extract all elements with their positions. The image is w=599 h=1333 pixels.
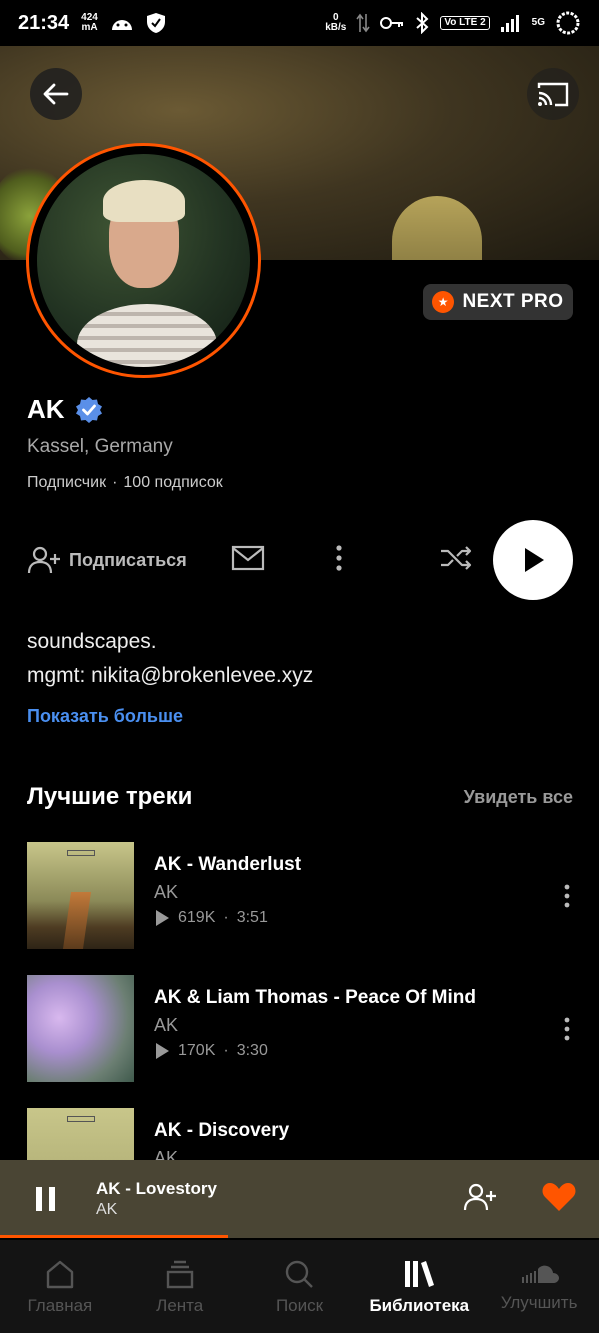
star-icon: ★ [432,291,455,313]
arrow-left-icon [43,83,69,105]
play-all-button[interactable] [493,520,573,600]
vpn-shield-icon [146,13,165,33]
add-user-icon [27,546,60,574]
cast-button[interactable] [527,68,579,120]
track-artwork [27,842,134,949]
nav-label: Поиск [275,1295,324,1315]
bio-line: mgmt: nikita@brokenlevee.xyz [27,664,314,687]
soundcloud-icon [522,1265,560,1283]
track-plays: 619K [178,909,216,926]
nav-label: Улучшить [500,1292,578,1312]
pro-badge-label: NEXT PRO [462,291,564,312]
track-stats: 170K · 3:30 [154,1042,561,1060]
nav-item-feed[interactable]: Лента [120,1240,240,1333]
nav-label: Лента [156,1295,204,1315]
mini-follow-button[interactable] [463,1182,497,1217]
avatar-ring [26,143,261,378]
bluetooth-icon [416,12,429,34]
status-current: 424 mA [81,12,98,33]
track-duration: 3:30 [236,1042,268,1059]
bottom-nav: Главная Лента Поиск Библиотека Улучшить [0,1240,599,1333]
track-info: AK - Wanderlust AK 619K · 3:51 [154,842,561,950]
track-more-button[interactable] [561,842,573,950]
track-title: AK - Wanderlust [154,854,302,875]
track-artist: AK [154,1015,179,1035]
back-button[interactable] [30,68,82,120]
volte-badge: Vo LTE 2 [440,16,490,30]
see-all-link[interactable]: Увидеть все [464,787,573,808]
following-link[interactable]: 100 подписок [123,474,222,492]
next-pro-badge[interactable]: ★ NEXT PRO [423,284,573,320]
more-options-button[interactable] [335,544,343,577]
follow-button-label: Подписаться [69,549,187,570]
track-row[interactable]: AK - Wanderlust AK 619K · 3:51 [27,842,573,950]
playback-progress [0,1235,228,1238]
heart-icon [542,1182,576,1211]
status-time: 21:34 [18,11,70,34]
track-artist: AK [154,882,179,902]
search-icon [286,1260,314,1288]
nav-item-search[interactable]: Поиск [240,1240,360,1333]
nav-item-library[interactable]: Библиотека [359,1240,479,1333]
track-row[interactable]: AK & Liam Thomas - Peace Of Mind AK 170K… [27,975,573,1083]
follow-button[interactable]: Подписаться [27,545,187,575]
net-speed: 0 kB/s [325,12,347,33]
network-type: 5G [531,17,545,28]
profile-name-row: AK [27,394,103,425]
followers-link[interactable]: Подписчик [27,474,106,492]
track-duration: 3:51 [236,909,268,926]
track-artwork [27,975,134,1082]
profile-name: AK [27,394,65,424]
mini-player-info: AK - Lovestory AK [96,1179,217,1219]
more-vertical-icon [336,544,342,571]
show-more-link[interactable]: Показать больше [27,706,183,727]
bio-line: soundscapes. [27,630,157,653]
profile-location: Kassel, Germany [27,436,173,457]
now-playing-title: AK - Lovestory [96,1179,217,1198]
nav-label: Главная [27,1295,93,1315]
feed-icon [166,1260,193,1288]
shuffle-icon [441,545,472,570]
signal-icon [500,15,519,32]
track-more-button[interactable] [561,975,573,1083]
status-bar: 21:34 424 mA 0 kB/s Vo LTE 2 5G [0,0,599,46]
profile-bio: soundscapes. mgmt: nikita@brokenlevee.xy… [27,625,313,693]
home-icon [46,1260,74,1288]
track-title: AK - Discovery [154,1120,290,1141]
nav-item-home[interactable]: Главная [0,1240,120,1333]
battery-ring-icon [556,11,580,35]
track-stats: 619K · 3:51 [154,909,561,927]
profile-actions: Подписаться [27,520,573,600]
play-icon [525,548,544,572]
more-vertical-icon [564,884,570,908]
more-vertical-icon [564,1017,570,1041]
nav-item-upgrade[interactable]: Улучшить [479,1240,599,1333]
add-user-icon [463,1183,496,1210]
banner-cactus [392,196,482,260]
like-button[interactable] [541,1181,577,1218]
pause-icon[interactable] [34,1185,58,1213]
android-icon [111,20,132,30]
message-button[interactable] [231,545,265,576]
track-info: AK & Liam Thomas - Peace Of Mind AK 170K… [154,975,561,1083]
mail-icon [231,545,264,570]
now-playing-artist: AK [96,1201,118,1218]
section-title: Лучшие треки [27,783,193,810]
play-count-icon [156,1043,169,1059]
track-plays: 170K [178,1042,216,1059]
cast-icon [537,82,569,107]
top-tracks-header: Лучшие треки Увидеть все [27,783,573,811]
shuffle-button[interactable] [439,544,473,577]
stats-separator: · [112,474,118,491]
data-arrows-icon [356,13,370,33]
library-icon [405,1260,435,1287]
avatar[interactable] [37,154,250,367]
track-title: AK & Liam Thomas - Peace Of Mind [154,987,476,1008]
nav-label: Библиотека [369,1295,470,1315]
verified-badge-icon [75,396,102,423]
follow-stats: Подписчик · 100 подписок [27,474,223,492]
mini-player[interactable]: AK - Lovestory AK [0,1160,599,1238]
key-icon [380,17,404,29]
play-count-icon [156,910,169,926]
